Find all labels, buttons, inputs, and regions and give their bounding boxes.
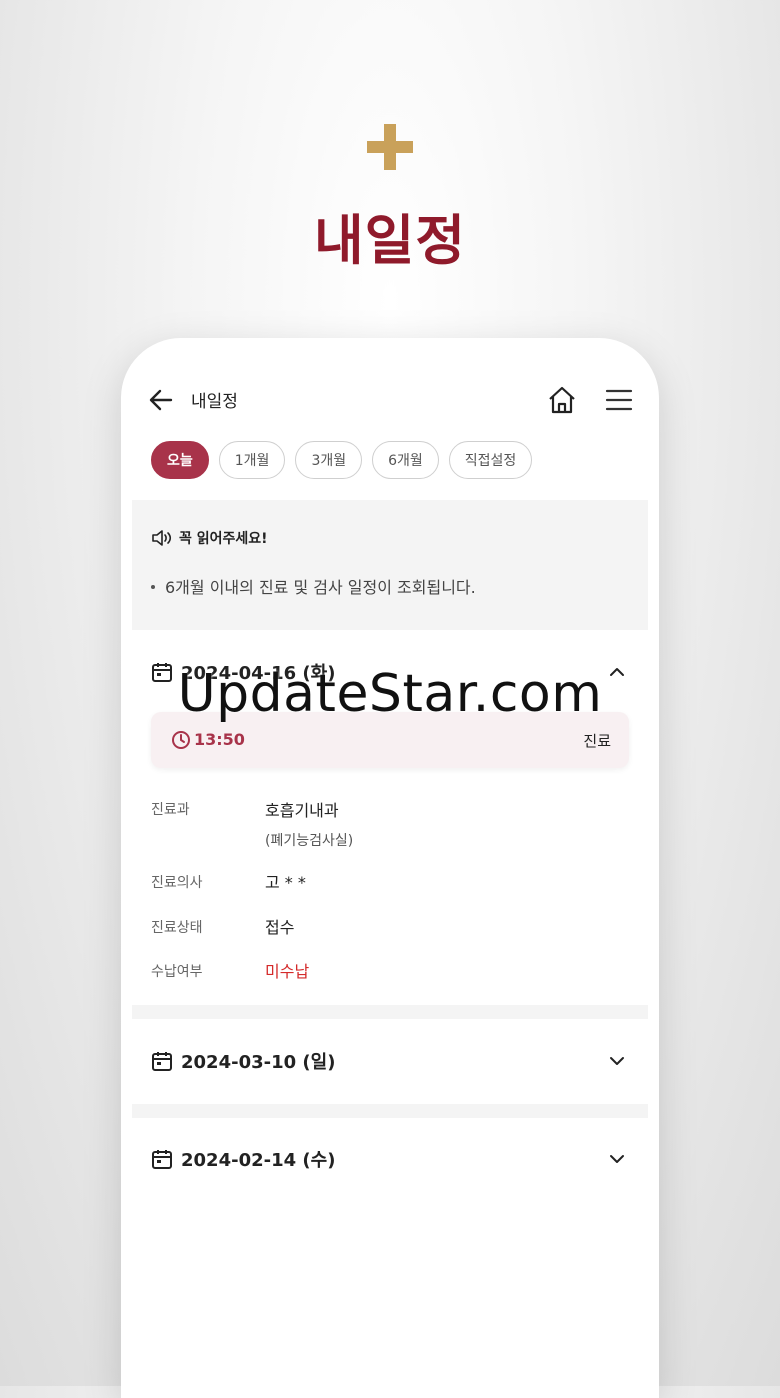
- doctor-value: 고 * *: [265, 873, 306, 892]
- phone-frame: 내일정 오늘 1개월 3개월 6개월 직접설정 꼭 읽어주세요! 6개월 이내의…: [121, 338, 659, 1398]
- chevron-down-icon[interactable]: [605, 1049, 629, 1073]
- section-divider: [132, 1005, 648, 1019]
- notice-heading: 꼭 읽어주세요!: [151, 528, 268, 548]
- notice-box: 꼭 읽어주세요! 6개월 이내의 진료 및 검사 일정이 조회됩니다.: [132, 500, 648, 630]
- dept-sub-value: (폐기능검사실): [265, 833, 354, 849]
- home-icon[interactable]: [546, 384, 578, 416]
- payment-value: 미수납: [265, 962, 310, 981]
- filter-chip-6months[interactable]: 6개월: [372, 441, 439, 479]
- notice-title: 꼭 읽어주세요!: [179, 531, 268, 547]
- appointment-time: 13:50: [194, 730, 245, 749]
- notice-text: 6개월 이내의 진료 및 검사 일정이 조회됩니다.: [151, 574, 476, 598]
- app-header: 내일정: [121, 378, 659, 420]
- appointment-date-row[interactable]: 2024-02-14 (수): [151, 1144, 629, 1174]
- appointment-date: 2024-03-10 (일): [181, 1052, 336, 1073]
- filter-chip-today[interactable]: 오늘: [151, 441, 209, 479]
- hamburger-menu-icon[interactable]: [605, 386, 633, 414]
- watermark-text: UpdateStar.com: [177, 664, 603, 724]
- dept-label: 진료과: [151, 802, 190, 818]
- clock-icon: [172, 731, 190, 749]
- status-value: 접수: [265, 918, 295, 937]
- doctor-label: 진료의사: [151, 875, 203, 891]
- page-title: 내일정: [191, 392, 238, 412]
- appointment-type: 진료: [583, 732, 611, 750]
- filter-chip-3months[interactable]: 3개월: [295, 441, 363, 479]
- plus-icon: [367, 124, 413, 170]
- notice-text-content: 6개월 이내의 진료 및 검사 일정이 조회됩니다.: [165, 578, 476, 597]
- dept-value: 호흡기내과: [265, 801, 339, 820]
- status-label: 진료상태: [151, 920, 203, 936]
- filter-chip-1month[interactable]: 1개월: [218, 441, 286, 479]
- appointment-date: 2024-02-14 (수): [181, 1150, 336, 1171]
- period-filter-bar: 오늘 1개월 3개월 6개월 직접설정: [151, 441, 533, 479]
- speaker-icon: [152, 530, 172, 546]
- chevron-down-icon[interactable]: [605, 1147, 629, 1171]
- hero-title: 내일정: [313, 209, 467, 272]
- payment-label: 수납여부: [151, 964, 203, 980]
- calendar-icon: [152, 1150, 172, 1169]
- section-divider: [132, 1104, 648, 1118]
- appointment-date-row[interactable]: 2024-03-10 (일): [151, 1046, 629, 1076]
- back-arrow-icon[interactable]: [147, 386, 175, 414]
- calendar-icon: [152, 1052, 172, 1071]
- filter-chip-custom[interactable]: 직접설정: [448, 441, 533, 479]
